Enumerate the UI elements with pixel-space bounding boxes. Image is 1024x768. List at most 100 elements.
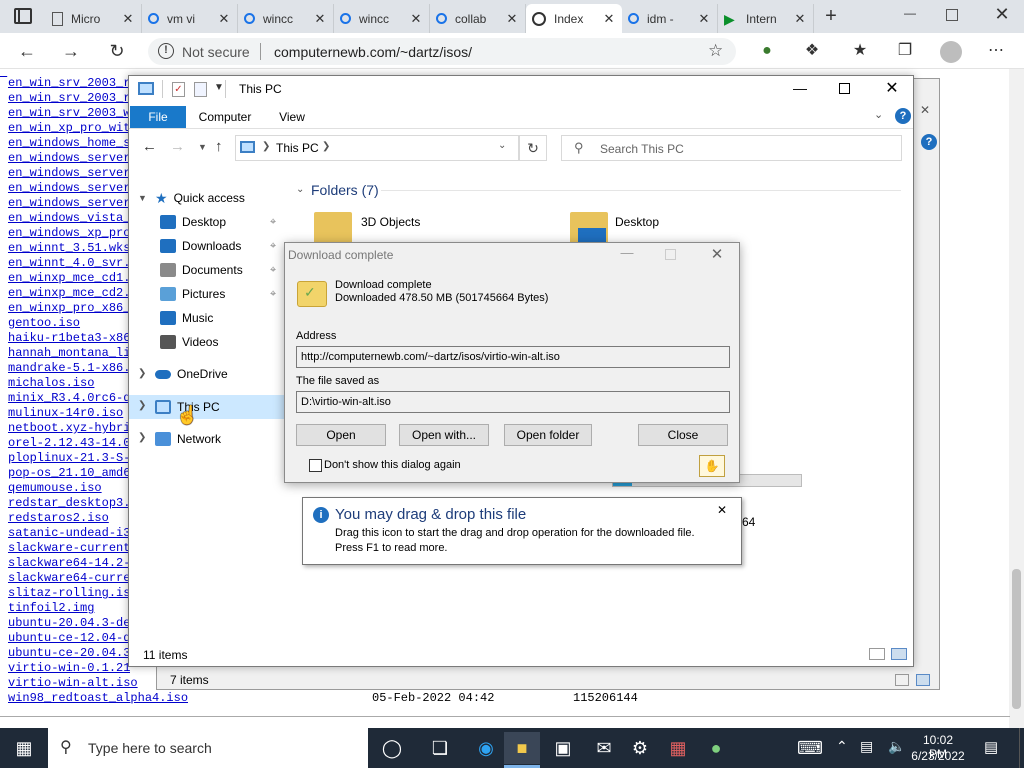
file-link[interactable]: virtio-win-alt.iso xyxy=(8,676,138,691)
file-link[interactable]: en_win_srv_2003_w xyxy=(8,106,130,121)
back-help-icon[interactable]: ? xyxy=(921,134,937,150)
drag-drop-file-icon[interactable]: ✋ xyxy=(699,455,725,477)
back-button[interactable]: ← xyxy=(14,40,40,64)
explorer-minimize-button[interactable]: — xyxy=(790,80,810,96)
pin-icon[interactable]: ⌖ xyxy=(270,211,276,233)
keyboard-icon[interactable]: ⌨ xyxy=(792,732,828,764)
globe-app-icon[interactable]: ● xyxy=(698,732,734,764)
quick-access-expand-icon[interactable]: ▼ xyxy=(138,193,147,203)
file-link[interactable]: en_windows_vista_ xyxy=(8,211,130,226)
browser-tab[interactable]: wincc ✕ xyxy=(238,4,334,33)
file-link[interactable]: virtio-win-0.1.21 xyxy=(8,661,130,676)
nav-item[interactable]: Videos xyxy=(160,331,218,353)
file-link[interactable]: gentoo.iso xyxy=(8,316,130,331)
drive-label-fragment[interactable]: 64 xyxy=(742,515,755,529)
saved-as-field[interactable]: D:\virtio-win-alt.iso xyxy=(296,391,730,413)
tooltip-close-icon[interactable]: ✕ xyxy=(714,503,730,517)
forward-button[interactable]: → xyxy=(58,40,84,64)
up-button[interactable]: ↑ xyxy=(215,138,223,155)
favorites-icon[interactable]: ★ xyxy=(848,40,872,64)
explorer-maximize-button[interactable] xyxy=(839,83,850,94)
favorite-star-icon[interactable]: ☆ xyxy=(708,41,723,61)
address-field[interactable]: http://computernewb.com/~dartz/isos/virt… xyxy=(296,346,730,368)
back-tiles-view-icon[interactable] xyxy=(916,674,930,686)
minimize-browser-button[interactable]: — xyxy=(898,6,922,26)
browser-tab[interactable]: idm - ✕ xyxy=(622,4,718,33)
nav-onedrive[interactable]: OneDrive xyxy=(155,363,228,385)
tab-close-icon[interactable]: ✕ xyxy=(505,11,519,27)
open-folder-button[interactable]: Open folder xyxy=(504,424,592,446)
close-browser-button[interactable]: ✕ xyxy=(992,4,1012,26)
close-button[interactable]: Close xyxy=(638,424,728,446)
browser-tab[interactable]: wincc ✕ xyxy=(334,4,430,33)
ribbon-tab-computer[interactable]: Computer xyxy=(190,106,260,128)
tray-chevron-icon[interactable]: ⌃ xyxy=(836,738,848,755)
back-window-close-icon[interactable]: ✕ xyxy=(913,103,937,123)
file-link[interactable]: en_windows_server xyxy=(8,166,130,181)
ribbon-tab-file[interactable]: File xyxy=(130,106,186,128)
dont-show-checkbox[interactable] xyxy=(309,459,322,472)
folders-collapse-icon[interactable]: ⌄ xyxy=(296,184,304,195)
pin-icon[interactable]: ⌖ xyxy=(270,283,276,305)
show-desktop-button[interactable] xyxy=(1019,728,1024,768)
address-bar[interactable]: ! Not secure computernewb.com/~dartz/iso… xyxy=(148,38,736,65)
search-placeholder[interactable]: Search This PC xyxy=(600,142,684,156)
pin-icon[interactable]: ⌖ xyxy=(270,259,276,281)
mail-icon[interactable]: ✉ xyxy=(586,732,622,764)
notification-icon[interactable]: ▤ xyxy=(984,738,998,756)
browser-tab[interactable]: collab ✕ xyxy=(430,4,526,33)
file-link[interactable]: haiku-r1beta3-x86 xyxy=(8,331,130,346)
recent-locations-icon[interactable]: ▼ xyxy=(198,142,207,152)
tab-close-icon[interactable]: ✕ xyxy=(793,11,807,27)
file-link[interactable]: en_winxp_pro_x86_ xyxy=(8,301,130,316)
settings-more-icon[interactable]: ⋯ xyxy=(984,40,1008,64)
idm-icon[interactable]: ▦ xyxy=(660,732,696,764)
file-link[interactable]: en_winnt_4.0_svr. xyxy=(8,256,130,271)
nav-item[interactable]: Downloads ⌖ xyxy=(160,235,276,257)
file-link[interactable]: win98_redtoast_alpha4.iso xyxy=(8,691,188,706)
onedrive-expand-icon[interactable]: ❯ xyxy=(138,368,146,379)
file-link[interactable]: redstar_desktop3. xyxy=(8,496,130,511)
file-link[interactable]: en_winnt_3.51.wks xyxy=(8,241,130,256)
folder-3d-objects-icon[interactable] xyxy=(314,212,352,244)
refresh-button[interactable]: ↻ xyxy=(104,40,130,64)
tab-close-icon[interactable]: ✕ xyxy=(602,11,616,27)
file-link[interactable]: en_winxp_mce_cd2. xyxy=(8,286,130,301)
nav-item[interactable]: Pictures ⌖ xyxy=(160,283,276,305)
qat-dropdown-icon[interactable]: ▼ xyxy=(214,82,224,93)
taskbar-search-placeholder[interactable]: Type here to search xyxy=(88,740,212,756)
taskbar-search-box[interactable]: ⚲ Type here to search xyxy=(48,728,368,768)
file-link[interactable]: en_windows_xp_pro xyxy=(8,226,130,241)
file-link[interactable]: slackware-current xyxy=(8,541,130,556)
new-folder-icon[interactable] xyxy=(194,82,207,97)
explorer-refresh-button[interactable]: ↻ xyxy=(519,135,547,161)
file-link[interactable]: en_winxp_mce_cd1. xyxy=(8,271,130,286)
browser-tab[interactable]: vm vi ✕ xyxy=(142,4,238,33)
explorer-back-button[interactable]: ← xyxy=(142,138,157,155)
file-link[interactable]: ubuntu-20.04.3-de xyxy=(8,616,130,631)
tab-actions-icon[interactable] xyxy=(14,8,32,24)
file-link[interactable]: ploplinux-21.3-S- xyxy=(8,451,130,466)
file-link[interactable]: slackware64-14.2- xyxy=(8,556,130,571)
file-link[interactable]: mulinux-14r0.iso xyxy=(8,406,130,421)
file-link[interactable]: en_win_srv_2003_r xyxy=(8,76,130,91)
explorer-address-bar[interactable]: ❯ This PC ❯ ⌄ xyxy=(235,135,519,161)
explorer-forward-button[interactable]: → xyxy=(170,138,185,155)
ribbon-expand-icon[interactable]: ⌄ xyxy=(874,108,883,121)
back-details-view-icon[interactable] xyxy=(895,674,909,686)
tab-close-icon[interactable]: ✕ xyxy=(217,11,231,27)
collections-icon[interactable]: ❐ xyxy=(893,40,917,64)
nav-quick-access[interactable]: ★ Quick access xyxy=(155,187,245,209)
file-link[interactable]: en_windows_server xyxy=(8,151,130,166)
properties-icon[interactable]: ✓ xyxy=(172,82,185,97)
start-windows-icon[interactable]: ▦ xyxy=(6,732,42,764)
file-link[interactable]: hannah_montana_li xyxy=(8,346,130,361)
network-tray-icon[interactable]: ▤ xyxy=(860,738,873,755)
new-tab-button[interactable]: + xyxy=(820,6,842,28)
file-link[interactable]: michalos.iso xyxy=(8,376,130,391)
task-view-icon[interactable]: ❏ xyxy=(422,732,458,764)
breadcrumb-chevron-icon[interactable]: ❯ xyxy=(262,141,270,152)
file-link[interactable]: tinfoil2.img xyxy=(8,601,130,616)
this-pc-expand-icon[interactable]: ❯ xyxy=(138,400,146,411)
explorer-search-box[interactable]: ⚲ Search This PC xyxy=(561,135,902,161)
